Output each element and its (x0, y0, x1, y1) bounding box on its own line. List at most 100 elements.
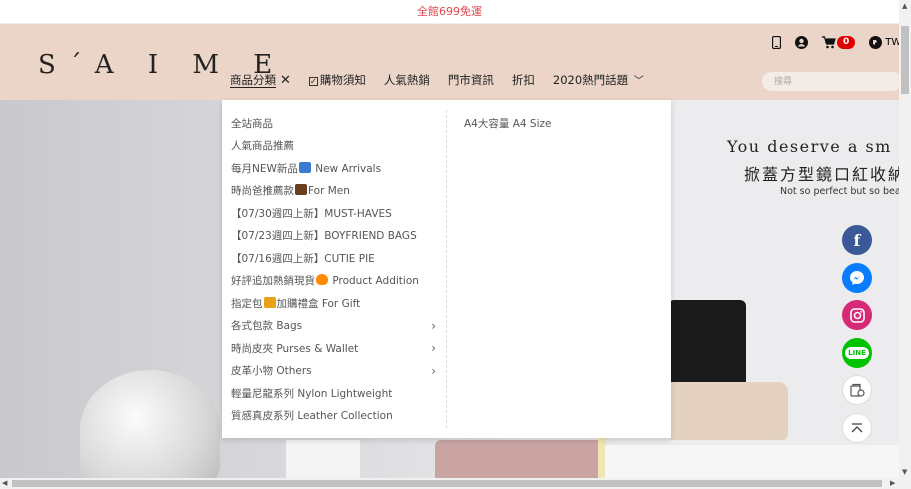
dropdown-left-column: 全站商品 人氣商品推薦 每月NEW新品 New Arrivals 時尚爸推薦款 F… (222, 112, 446, 427)
menu-item-bags[interactable]: 各式包款 Bags › (222, 315, 446, 338)
menu-item-leather[interactable]: 質感真皮系列 Leather Collection (222, 405, 446, 428)
promo-text[interactable]: 全館699免運 (417, 5, 482, 18)
menu-item-label: 輕量尼龍系列 Nylon Lightweight (231, 387, 393, 400)
menu-item-label: 人氣商品推薦 (231, 140, 294, 153)
main-nav: 商品分類 ✕ ✓ 購物須知 人氣熱銷 門市資訊 折扣 2020熱門話題 ﹀ (230, 72, 662, 88)
nav-label: 人氣熱銷 (383, 73, 430, 87)
mobile-icon[interactable] (772, 36, 781, 49)
menu-item-cutie-pie[interactable]: 【07/16週四上新】CUTIE PIE (222, 247, 446, 270)
menu-item-all[interactable]: 全站商品 (222, 112, 446, 135)
facebook-button[interactable]: f (842, 225, 872, 255)
menu-item-label: 指定包 (231, 297, 263, 310)
chevron-down-icon: ﹀ (633, 76, 644, 87)
dropdown-divider (446, 110, 447, 428)
facebook-icon: f (853, 230, 861, 250)
coupon-button[interactable] (842, 375, 872, 405)
messenger-button[interactable] (842, 263, 872, 293)
briefcase-icon (295, 184, 307, 196)
instagram-icon (849, 307, 865, 323)
menu-item-label: 好評追加熱銷現貨 (231, 275, 315, 288)
menu-item-label: Product Addition (329, 275, 419, 288)
menu-item-label: 【07/16週四上新】CUTIE PIE (231, 252, 375, 265)
menu-item-label: 各式包款 Bags (231, 320, 303, 333)
menu-item-purses[interactable]: 時尚皮夾 Purses & Wallet › (222, 337, 446, 360)
nav-item-discount[interactable]: 折扣 (512, 72, 535, 88)
menu-item-must-haves[interactable]: 【07/30週四上新】MUST-HAVES (222, 202, 446, 225)
horizontal-scrollbar-thumb[interactable] (12, 480, 882, 487)
menu-item-others[interactable]: 皮革小物 Others › (222, 360, 446, 383)
chevron-right-icon: › (431, 318, 436, 333)
nav-label: 門市資訊 (447, 73, 494, 87)
scroll-left-arrow-icon[interactable]: ◀ (2, 479, 7, 487)
line-button[interactable]: LINE (842, 338, 872, 368)
new-badge-icon (298, 161, 311, 173)
menu-item-label: 時尚皮夾 Purses & Wallet (231, 342, 359, 355)
nav-item-bestsellers[interactable]: 人氣熱銷 (384, 72, 430, 88)
vertical-scrollbar-thumb[interactable] (901, 26, 909, 94)
scroll-down-arrow-icon[interactable]: ▼ (902, 468, 907, 476)
back-to-top-button[interactable] (842, 413, 872, 443)
chevron-right-icon: › (431, 341, 436, 356)
search-input[interactable] (762, 72, 902, 91)
menu-item-boyfriend-bags[interactable]: 【07/23週四上新】BOYFRIEND BAGS (222, 225, 446, 248)
user-icon[interactable] (795, 36, 808, 49)
gift-icon (263, 296, 276, 308)
nav-label: 商品分類 (230, 73, 276, 87)
menu-item-label: A4大容量 A4 Size (464, 117, 552, 130)
menu-item-label: New Arrivals (311, 162, 382, 175)
checkbox-icon: ✓ (308, 77, 318, 86)
site-header: S´A I M E 商品分類 ✕ ✓ 購物須知 人氣熱銷 門市資訊 折扣 2020熱… (0, 24, 909, 100)
menu-item-label: 質感真皮系列 Leather Collection (231, 410, 393, 423)
nav-item-stores[interactable]: 門市資訊 (448, 72, 494, 88)
menu-item-label: 皮革小物 Others (231, 365, 312, 378)
hero-subtitle: 掀蓋方型鏡口紅收納 (744, 165, 899, 184)
menu-item-product-addition[interactable]: 好評追加熱銷現貨 Product Addition (222, 270, 446, 293)
nav-item-shopping-guide[interactable]: ✓ 購物須知 (308, 72, 366, 88)
dropdown-right-column: A4大容量 A4 Size (455, 112, 561, 135)
beige-wallet-image (668, 382, 788, 440)
scroll-right-arrow-icon[interactable]: ▶ (890, 479, 895, 487)
page: 全館699免運 S´A I M E 商品分類 ✕ ✓ 購物須知 人氣熱銷 門市資訊 … (0, 0, 911, 489)
menu-item-label: 全站商品 (231, 117, 273, 130)
menu-item-label: 每月NEW新品 (231, 162, 298, 175)
nav-item-topics[interactable]: 2020熱門話題 ﹀ (553, 72, 644, 88)
scroll-up-arrow-icon[interactable]: ▲ (902, 2, 907, 10)
menu-item-label: For Men (308, 185, 350, 198)
line-label: LINE (848, 349, 866, 357)
hero-title: You deserve a sm (727, 137, 892, 156)
statue-image (80, 370, 220, 478)
chevron-right-icon: › (431, 363, 436, 378)
cart-icon (822, 36, 836, 49)
menu-item-new-arrivals[interactable]: 每月NEW新品 New Arrivals (222, 157, 446, 180)
coupon-icon (850, 383, 865, 397)
cube-image (286, 440, 360, 478)
cart-count-badge: 0 (837, 36, 856, 49)
menu-item-nylon[interactable]: 輕量尼龍系列 Nylon Lightweight (222, 382, 446, 405)
chevron-up-icon (851, 423, 863, 433)
menu-item-for-men[interactable]: 時尚爸推薦款 For Men (222, 180, 446, 203)
menu-item-label: 加購禮盒 For Gift (276, 297, 361, 310)
line-icon: LINE (845, 347, 869, 359)
globe-icon (869, 36, 883, 49)
black-bag-image (668, 300, 746, 390)
nav-label: 折扣 (511, 73, 535, 87)
menu-item-label: 時尚爸推薦款 (231, 185, 294, 198)
messenger-icon (850, 271, 864, 285)
cart-button[interactable]: 0 (822, 36, 856, 49)
nav-label: 2020熱門話題 (552, 73, 629, 87)
white-slab-image (605, 445, 899, 478)
close-icon[interactable]: ✕ (280, 73, 291, 88)
header-icons: 0 TWD (772, 36, 909, 49)
menu-item-a4-size[interactable]: A4大容量 A4 Size (455, 112, 561, 135)
menu-item-popular[interactable]: 人氣商品推薦 (222, 135, 446, 158)
promo-bar[interactable]: 全館699免運 (0, 0, 899, 24)
pink-product-image (435, 440, 603, 478)
hero-tagline: Not so perfect but so bea (780, 186, 899, 197)
menu-item-label: 【07/30週四上新】MUST-HAVES (231, 207, 392, 220)
instagram-button[interactable] (842, 300, 872, 330)
menu-item-for-gift[interactable]: 指定包 加購禮盒 For Gift (222, 292, 446, 315)
fire-icon (316, 274, 328, 286)
nav-item-categories[interactable]: 商品分類 ✕ (230, 72, 291, 88)
categories-dropdown: 全站商品 人氣商品推薦 每月NEW新品 New Arrivals 時尚爸推薦款 F… (222, 100, 671, 438)
nav-label: 購物須知 (319, 73, 366, 87)
